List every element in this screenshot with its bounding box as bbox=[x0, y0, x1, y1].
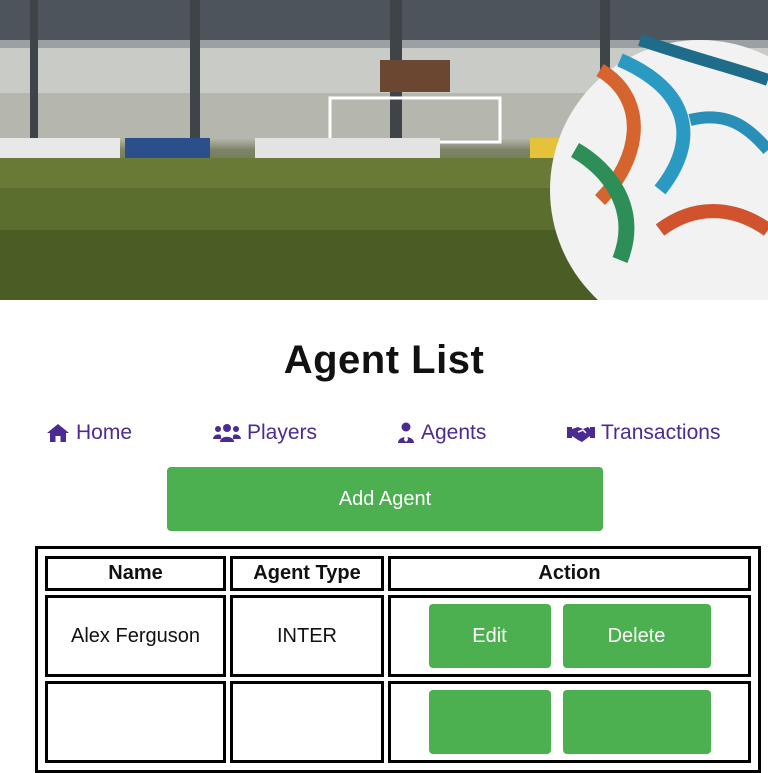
nav-item-transactions[interactable]: Transactions bbox=[567, 418, 720, 448]
hero-banner bbox=[0, 0, 768, 300]
table-header-row: Name Agent Type Action bbox=[45, 556, 751, 591]
page-title: Agent List bbox=[283, 338, 485, 382]
add-agent-button[interactable]: Add Agent bbox=[167, 467, 603, 531]
action-cell bbox=[388, 681, 751, 763]
agent-name-cell: Alex Ferguson bbox=[45, 595, 226, 677]
agent-name-cell bbox=[45, 681, 226, 763]
table-row: Alex Ferguson INTER Edit Delete bbox=[45, 595, 751, 677]
nav-item-label: Players bbox=[247, 421, 318, 444]
action-cell: Edit Delete bbox=[388, 595, 751, 677]
nav-item-label: Transactions bbox=[601, 421, 721, 444]
agent-table: Name Agent Type Action Alex Ferguson INT… bbox=[35, 546, 761, 773]
nav-item-label: Agents bbox=[421, 421, 487, 444]
handshake-icon bbox=[567, 427, 595, 442]
nav-item-agents[interactable]: Agents bbox=[397, 418, 486, 448]
home-icon bbox=[47, 424, 69, 442]
table-row bbox=[45, 681, 751, 763]
users-icon bbox=[213, 424, 241, 442]
column-header-action: Action bbox=[388, 556, 751, 591]
user-tie-icon bbox=[398, 422, 414, 443]
delete-button[interactable]: Delete bbox=[562, 604, 711, 668]
agent-type-cell bbox=[230, 681, 384, 763]
nav-item-label: Home bbox=[76, 421, 133, 444]
main-nav: Home Players Agents Transactions bbox=[0, 418, 768, 448]
nav-item-players[interactable]: Players bbox=[213, 418, 317, 448]
edit-button[interactable]: Edit bbox=[428, 604, 551, 668]
agent-type-cell: INTER bbox=[230, 595, 384, 677]
column-header-name: Name bbox=[45, 556, 226, 591]
nav-item-home[interactable]: Home bbox=[46, 418, 132, 448]
stadium-illustration bbox=[0, 0, 768, 300]
column-header-agent-type: Agent Type bbox=[230, 556, 384, 591]
